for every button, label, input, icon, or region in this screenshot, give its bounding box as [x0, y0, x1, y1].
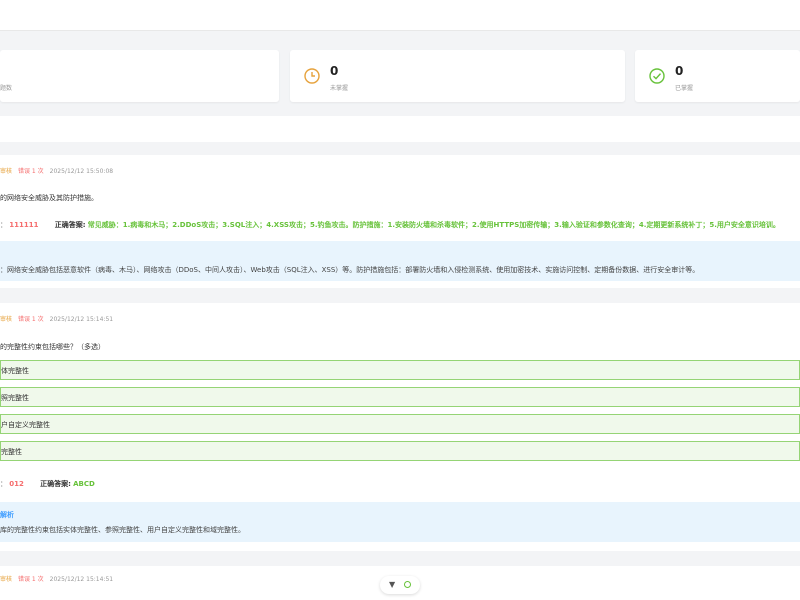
answer-row: ： 012 正确答案: ABCD [0, 479, 95, 489]
analysis-title: 解析 [0, 511, 14, 519]
option-label: 完整性 [1, 448, 22, 456]
status-dot-icon[interactable] [404, 581, 411, 588]
option-c[interactable]: 户自定义完整性 [0, 414, 800, 434]
question-meta: 审核 错误 1 次 2025/12/12 15:50:08 [0, 166, 113, 175]
analysis-text: ：网络安全威胁包括恶意软件（病毒、木马）、网络攻击（DDoS、中间人攻击）、We… [0, 266, 700, 274]
option-label: 照完整性 [1, 394, 29, 402]
stat-card-unmastered: 0 未掌握 [290, 50, 625, 102]
question-text: 的网络安全威胁及其防护措施。 [0, 194, 98, 202]
option-b[interactable]: 照完整性 [0, 387, 800, 407]
correct-answer: 常见威胁：1.病毒和木马；2.DDoS攻击；3.SQL注入；4.XSS攻击；5.… [87, 221, 780, 229]
correct-answer-label: 正确答案: [54, 221, 86, 229]
option-label: 户自定义完整性 [1, 421, 50, 429]
stat-card-mastered: 0 已掌握 [635, 50, 800, 102]
my-answer-label: ： [0, 480, 7, 488]
option-d[interactable]: 完整性 [0, 441, 800, 461]
option-a[interactable]: 体完整性 [0, 360, 800, 380]
question-text: 的完整性约束包括哪些？（多选） [0, 343, 105, 351]
stat-card-total: 题数 [0, 50, 279, 102]
check-circle-icon [649, 68, 665, 84]
status-tag: 审核 [0, 576, 13, 583]
question-meta: 审核 错误 1 次 2025/12/12 15:14:51 [0, 574, 113, 583]
timestamp: 2025/12/12 15:50:08 [49, 168, 114, 175]
stat-value: 0 [675, 64, 684, 78]
option-label: 体完整性 [1, 367, 29, 375]
error-count: 错误 1 次 [18, 316, 44, 323]
stat-label: 题数 [0, 85, 13, 92]
error-count: 错误 1 次 [18, 576, 44, 583]
error-count: 错误 1 次 [18, 168, 44, 175]
status-tag: 审核 [0, 316, 13, 323]
clock-icon [304, 68, 320, 84]
stat-label: 未掌握 [330, 85, 349, 92]
timestamp: 2025/12/12 15:14:51 [49, 576, 114, 583]
top-bar [0, 0, 800, 31]
collapse-button[interactable]: ▼ [389, 580, 395, 589]
analysis-box: 解析 库的完整性约束包括实体完整性、参照完整性、用户自定义完整性和域完整性。 [0, 502, 800, 542]
correct-answer: ABCD [73, 480, 95, 488]
stat-value: 0 [330, 64, 339, 78]
stat-label: 已掌握 [675, 85, 694, 92]
my-answer-label: ： [0, 221, 7, 229]
answer-row: ： 111111 正确答案: 常见威胁：1.病毒和木马；2.DDoS攻击；3.S… [0, 220, 780, 230]
my-answer: 111111 [9, 221, 39, 229]
analysis-text: 库的完整性约束包括实体完整性、参照完整性、用户自定义完整性和域完整性。 [0, 526, 245, 534]
question-meta: 审核 错误 1 次 2025/12/12 15:14:51 [0, 314, 113, 323]
analysis-box: ：网络安全威胁包括恶意软件（病毒、木马）、网络攻击（DDoS、中间人攻击）、We… [0, 241, 800, 281]
filter-bar [0, 116, 800, 142]
floating-control[interactable]: ▼ [380, 576, 420, 594]
question-card: 审核 错误 1 次 2025/12/12 15:50:08 的网络安全威胁及其防护措… [0, 155, 800, 288]
status-tag: 审核 [0, 168, 13, 175]
timestamp: 2025/12/12 15:14:51 [49, 316, 114, 323]
my-answer: 012 [9, 480, 24, 488]
question-card: 审核 错误 1 次 2025/12/12 15:14:51 的完整性约束包括哪些？（… [0, 303, 800, 551]
correct-answer-label: 正确答案: [40, 480, 71, 488]
